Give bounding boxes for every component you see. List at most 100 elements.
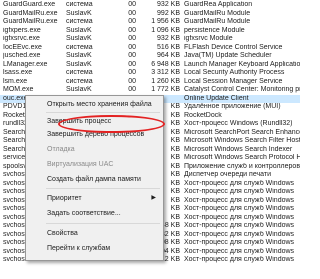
highlight-ring — [58, 115, 165, 133]
cpu-cell: 00 — [128, 60, 136, 68]
menu-item-set-affinity[interactable]: Задать соответствие... — [27, 207, 162, 220]
cpu-cell: 00 — [128, 18, 136, 25]
process-name-cell: GuardMailRu.exe — [3, 18, 58, 25]
cpu-cell: 00 — [128, 9, 136, 17]
description-cell: Java(TM) Update Scheduler — [184, 52, 272, 59]
description-cell: Microsoft Windows Search Protocol Host — [184, 154, 300, 161]
menu-item-label: Задать соответствие... — [47, 210, 121, 217]
description-cell: Хост-процесс Windows (Rundll32) — [184, 120, 293, 127]
cpu-cell: 00 — [128, 35, 136, 42]
menu-item-go-to-services[interactable]: Перейти к службам — [27, 242, 162, 255]
cpu-cell: 00 — [128, 43, 136, 51]
menu-item-create-dump[interactable]: Создать файл дампа памяти — [27, 173, 162, 186]
table-row[interactable]: GuardMailRu.exe SuslavK 00 992 KB GuardMailR… — [0, 10, 300, 19]
memory-cell: 1 096 KB — [151, 26, 180, 34]
process-name-cell: lsass.exe — [3, 69, 33, 76]
description-cell: Хост-процесс для служб Windows — [184, 188, 295, 195]
user-cell: система — [66, 18, 93, 25]
process-name-cell: lsm.exe — [3, 77, 28, 85]
table-row[interactable]: igfxsrvc.exe SuslavK 00 932 KB igfxsrvc Modu… — [0, 35, 300, 44]
user-cell: SuslavK — [66, 35, 92, 42]
description-cell: Хост-процесс для служб Windows — [184, 179, 295, 187]
cpu-cell: 00 — [128, 77, 136, 85]
description-cell: Хост-процесс для служб Windows — [184, 205, 295, 212]
table-row[interactable]: GuardGuard.exe система 00 932 KB GuardRea Ap… — [0, 1, 300, 10]
description-cell: RocketDock — [184, 111, 222, 119]
description-cell: Удалённое приложение (MUI) — [184, 103, 281, 110]
description-cell: Microsoft Windows Search Filter Host — [184, 137, 300, 144]
process-name-cell: igfxsrvc.exe — [3, 35, 40, 42]
description-cell: Catalyst Control Center: Monitoring prog… — [184, 86, 300, 93]
description-cell: Хост-процесс для служб Windows — [184, 247, 295, 255]
menu-item-label: Открыть место хранения файла — [47, 101, 152, 108]
menu-item-label: Создать файл дампа памяти — [47, 176, 141, 183]
description-cell: Приложение служб и контроллеров — [184, 162, 300, 170]
memory-cell: 1 772 KB — [151, 86, 180, 93]
menu-separator — [46, 223, 160, 224]
cpu-cell: 00 — [128, 52, 136, 59]
user-cell: SuslavK — [66, 60, 92, 68]
menu-separator — [46, 188, 160, 189]
description-cell: FLFlash Device Control Service — [184, 43, 283, 51]
menu-item-label: Свойства — [47, 230, 78, 237]
memory-cell: 6 948 KB — [151, 60, 180, 68]
cpu-cell: 00 — [128, 1, 136, 8]
description-cell: persistence Module — [184, 26, 245, 34]
description-cell: Microsoft SearchPort Search Enhancement … — [184, 128, 300, 136]
description-cell: GuardMailRu Module — [184, 9, 251, 17]
description-cell: GuardRea Application — [184, 1, 253, 8]
table-row[interactable]: LManager.exe SuslavK 00 6 948 KB Launch Mana… — [0, 61, 300, 70]
description-cell: Хост-процесс для служб Windows — [184, 256, 295, 263]
table-row[interactable]: MOM.exe SuslavK 00 1 772 KB Catalyst Control… — [0, 86, 300, 95]
memory-cell: 1 260 KB — [151, 77, 180, 85]
description-cell: Local Session Manager Service — [184, 77, 283, 85]
description-cell: Хост-процесс для служб Windows — [184, 213, 295, 221]
description-cell: Microsoft Windows Search Indexer — [184, 145, 293, 153]
memory-cell: 1 956 KB — [151, 18, 180, 25]
process-name-cell: igfxpers.exe — [3, 26, 41, 34]
description-cell: Online Update Client — [184, 94, 249, 102]
menu-item-priority[interactable]: Приоритет ▶ — [27, 192, 162, 205]
table-row[interactable]: GuardMailRu.exe система 00 1 956 KB GuardMai… — [0, 18, 300, 27]
description-cell: Хост-процесс для служб Windows — [184, 196, 295, 204]
menu-item-debug: Отладка — [27, 143, 162, 156]
menu-item-label: Перейти к службам — [47, 245, 111, 252]
description-cell: Хост-процесс для служб Windows — [184, 230, 295, 238]
user-cell: SuslavK — [66, 52, 92, 59]
memory-cell: 516 KB — [157, 43, 180, 51]
user-cell: система — [66, 43, 93, 51]
menu-item-open-location[interactable]: Открыть место хранения файла — [27, 98, 162, 111]
memory-cell: 932 KB — [157, 35, 180, 42]
menu-item-label: Отладка — [47, 146, 75, 153]
process-name-cell: IocEEvc.exe — [3, 43, 42, 51]
description-cell: GuardMailRu Module — [184, 18, 251, 25]
memory-cell: 932 KB — [157, 1, 180, 8]
table-row[interactable]: igfxpers.exe SuslavK 00 1 096 KB persistence… — [0, 27, 300, 36]
process-name-cell: MOM.exe — [3, 86, 34, 93]
cpu-cell: 00 — [128, 86, 136, 93]
memory-cell: 964 KB — [157, 52, 180, 59]
menu-item-label: Виртуализация UAC — [47, 161, 114, 168]
description-cell: Хост-процесс для служб Windows — [184, 239, 295, 246]
user-cell: система — [66, 77, 93, 85]
description-cell: Launch Manager Keyboard Application — [184, 60, 300, 68]
cpu-cell: 00 — [128, 26, 136, 34]
user-cell: SuslavK — [66, 9, 92, 17]
cpu-cell: 00 — [128, 69, 136, 76]
process-name-cell: jusched.exe — [3, 52, 41, 59]
description-cell: Диспетчер очереди печати — [184, 171, 271, 178]
submenu-arrow-icon: ▶ — [151, 195, 156, 201]
user-cell: система — [66, 1, 93, 8]
description-cell: igfxsrvc Module — [184, 35, 233, 42]
table-row[interactable]: lsass.exe система 00 3 312 KB Local Security… — [0, 69, 300, 78]
table-row[interactable]: IocEEvc.exe система 00 516 KB FLFlash Device… — [0, 44, 300, 53]
memory-cell: 992 KB — [157, 9, 180, 17]
table-row[interactable]: lsm.exe система 00 1 260 KB Local Session Ma… — [0, 78, 300, 87]
memory-cell: 3 312 KB — [151, 69, 180, 76]
table-row[interactable]: jusched.exe SuslavK 00 964 KB Java(TM) Updat… — [0, 52, 300, 61]
user-cell: SuslavK — [66, 86, 92, 93]
description-cell: Хост-процесс для служб Windows — [184, 222, 295, 229]
menu-item-label: Приоритет — [47, 195, 82, 202]
menu-item-properties[interactable]: Свойства — [27, 227, 162, 240]
process-name-cell: GuardMailRu.exe — [3, 9, 58, 17]
